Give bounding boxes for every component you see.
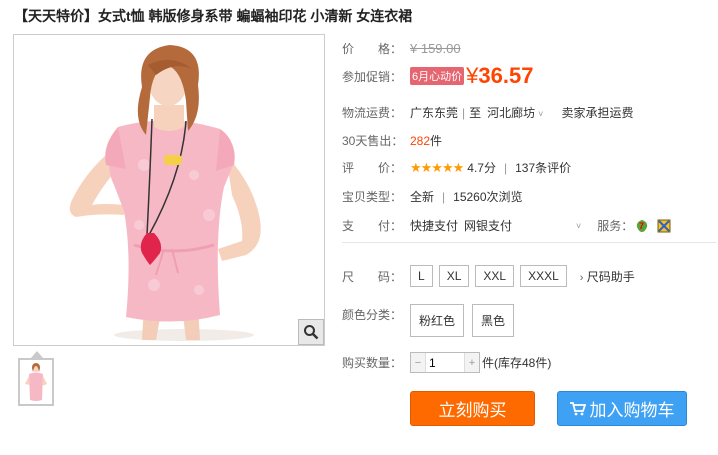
price-row: 价 格： ¥ 159.00 — [342, 40, 461, 57]
shipping-from: 广东东莞 — [410, 106, 459, 120]
rating-reviews[interactable]: 137条评价 — [515, 159, 571, 176]
sales-label: 30天售出： — [342, 134, 404, 148]
sales-unit: 件 — [430, 134, 443, 148]
add-to-cart-button[interactable]: 加入购物车 — [557, 391, 687, 426]
svg-text:7: 7 — [639, 221, 644, 231]
payment-row: 支 付： 快捷支付 网银支付 ˅ 服务： 7 — [342, 217, 671, 234]
size-option-xxl[interactable]: XXL — [475, 265, 515, 287]
shipping-label: 物流运费： — [342, 106, 403, 120]
promo-tag: 6月心动价 — [410, 67, 465, 85]
size-row: 尺 码： L XL XXL XXXL › 尺码助手 — [342, 265, 635, 287]
buy-now-label: 立刻购买 — [438, 401, 507, 420]
rating-stars: ★★★★★ — [410, 159, 464, 175]
add-to-cart-label: 加入购物车 — [589, 401, 675, 420]
payment-label: 支 付： — [342, 219, 403, 233]
shipping-separator: | — [462, 105, 466, 120]
quantity-input[interactable] — [425, 353, 465, 372]
product-thumbnail[interactable] — [18, 358, 54, 406]
payment-chevron-down-icon[interactable]: ˅ — [576, 221, 581, 231]
promo-label: 参加促销： — [342, 69, 403, 84]
color-row: 颜色分类： 粉红色 黑色 — [342, 304, 522, 337]
quantity-row: 购买数量： − + 件 (库存48件) — [342, 352, 551, 373]
payment-method-quick: 快捷支付 — [410, 219, 459, 233]
quantity-label: 购买数量： — [342, 356, 403, 370]
original-price: ¥ 159.00 — [410, 41, 461, 56]
chevron-right-icon: › — [579, 271, 584, 284]
item-condition: 全新 — [410, 190, 435, 204]
buy-now-button[interactable]: 立刻购买 — [410, 391, 535, 426]
sales-count: 282 — [410, 133, 431, 148]
quantity-decrease-button[interactable]: − — [411, 353, 425, 372]
promo-price: 36.57 — [478, 63, 534, 88]
color-label: 颜色分类： — [342, 308, 403, 322]
shipping-fee: 卖家承担运费 — [561, 106, 634, 120]
magnifier-icon — [304, 325, 319, 340]
thumbnail-photo — [20, 360, 52, 404]
color-option-black[interactable]: 黑色 — [472, 304, 515, 337]
rating-score: 4.7分 — [467, 161, 496, 175]
model-photo — [14, 35, 324, 345]
service-label: 服务： — [597, 219, 634, 233]
size-option-xl[interactable]: XL — [438, 265, 470, 287]
quantity-increase-button[interactable]: + — [465, 353, 479, 372]
price-label: 价 格： — [342, 42, 403, 56]
shipping-row: 物流运费： 广东东莞 | 至 河北廊坊 ˅ 卖家承担运费 — [342, 104, 633, 121]
quantity-unit: 件 — [482, 356, 495, 370]
payment-method-bank: 网银支付 — [464, 219, 513, 233]
item-views: 15260次浏览 — [453, 190, 523, 204]
thumbnail-pointer — [31, 351, 43, 358]
size-option-l[interactable]: L — [410, 265, 433, 287]
guarantee-badge-icon[interactable] — [657, 219, 671, 233]
size-helper-link[interactable]: › 尺码助手 — [577, 268, 635, 285]
promo-row: 参加促销： 6月心动价 ¥ 36.57 — [342, 63, 533, 89]
shipping-to-prefix: 至 — [469, 106, 482, 120]
quantity-stepper: − + — [410, 352, 480, 373]
seven-day-return-icon[interactable]: 7 — [635, 219, 649, 233]
size-option-xxxl[interactable]: XXXL — [520, 265, 567, 287]
promo-currency: ¥ — [466, 63, 479, 88]
section-divider — [342, 242, 716, 243]
item-type-separator: | — [442, 189, 446, 204]
size-helper-label: 尺码助手 — [586, 269, 635, 284]
stock-count: (库存48件) — [494, 356, 552, 370]
rating-separator: | — [503, 160, 508, 175]
chevron-down-icon: ˅ — [538, 109, 544, 119]
item-type-label: 宝贝类型： — [342, 190, 403, 204]
size-label: 尺 码： — [342, 269, 403, 284]
item-type-row: 宝贝类型： 全新 | 15260次浏览 — [342, 188, 523, 205]
shopping-cart-icon — [569, 401, 586, 415]
color-option-pink[interactable]: 粉红色 — [410, 304, 465, 337]
product-main-image[interactable] — [13, 34, 325, 346]
product-title: 【天天特价】女式t恤 韩版修身系带 蝙蝠袖印花 小清新 女连衣裙 — [14, 8, 413, 24]
shipping-destination-dropdown[interactable]: 河北廊坊 ˅ — [487, 104, 543, 121]
zoom-button[interactable] — [298, 319, 324, 345]
rating-label: 评 价： — [342, 161, 403, 175]
rating-row: 评 价： ★★★★★ 4.7分 | 137条评价 — [342, 159, 571, 176]
sales-row: 30天售出： 282 件 — [342, 132, 442, 149]
shipping-destination: 河北廊坊 — [487, 106, 536, 120]
